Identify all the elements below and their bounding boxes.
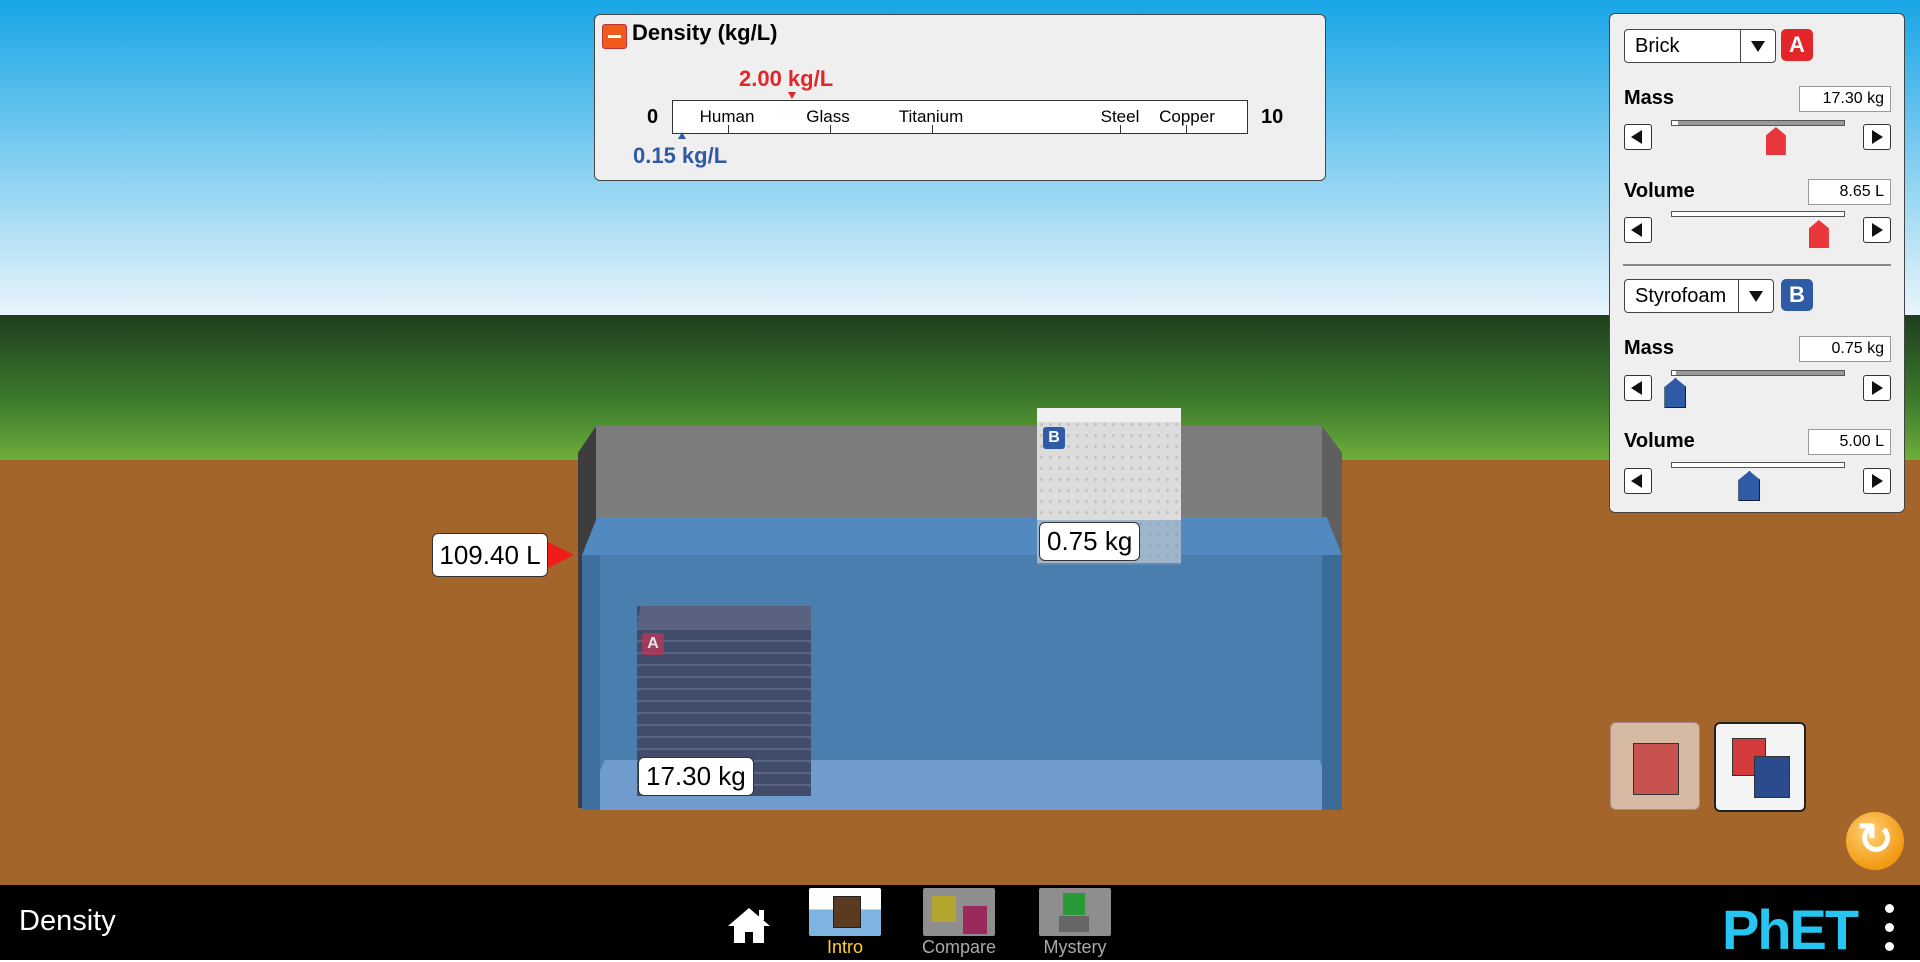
scale-max-label: 10 <box>1261 106 1284 128</box>
block-a-mass-label: 17.30 kg <box>638 757 754 796</box>
fluid-volume-readout: 109.40 L <box>432 533 548 577</box>
material-label-titanium: Titanium <box>898 107 964 126</box>
compare-magenta-block-icon <box>963 906 987 934</box>
volume-b-slider-track[interactable] <box>1671 462 1845 468</box>
density-marker-a-icon <box>788 92 796 99</box>
scale-min-label: 0 <box>647 106 659 128</box>
material-dropdown-b-value: Styrofoam <box>1635 285 1727 307</box>
volume-b-label: Volume <box>1624 430 1695 452</box>
tab-intro-label[interactable]: Intro <box>827 937 863 958</box>
mass-a-decrement-button[interactable] <box>1624 124 1652 150</box>
volume-b-value: 5.00 L <box>1808 429 1891 455</box>
material-label-steel: Steel <box>1100 107 1140 126</box>
block-b-letter: B <box>1043 427 1065 449</box>
water-left-side <box>582 555 600 810</box>
menu-dots-icon[interactable] <box>1884 904 1894 952</box>
reset-icon[interactable] <box>1846 812 1904 870</box>
block-b-badge: B <box>1781 279 1813 311</box>
volume-a-increment-button[interactable] <box>1863 217 1891 243</box>
mystery-green-block-icon <box>1063 893 1085 915</box>
intro-block-icon <box>833 896 861 928</box>
blue-cube-icon <box>1754 756 1790 798</box>
mass-b-decrement-button[interactable] <box>1624 375 1652 401</box>
block-a-top-face <box>637 606 811 628</box>
mass-a-slider-range <box>1678 121 1844 125</box>
volume-a-slider-track[interactable] <box>1671 211 1845 217</box>
block-a-badge: A <box>1781 29 1813 61</box>
material-label-glass: Glass <box>806 107 850 126</box>
tab-mystery-label[interactable]: Mystery <box>1044 937 1107 958</box>
water-right-side <box>1322 555 1342 810</box>
water-surface <box>582 517 1342 555</box>
mass-a-label: Mass <box>1624 87 1675 109</box>
menu-dot <box>1885 942 1894 951</box>
menu-dot <box>1885 923 1894 932</box>
one-block-mode-button[interactable] <box>1610 722 1700 810</box>
material-label-human: Human <box>699 107 755 126</box>
tab-mystery[interactable] <box>1039 888 1111 936</box>
mystery-scale-icon <box>1059 916 1089 932</box>
menu-dot <box>1885 904 1894 913</box>
mass-a-increment-button[interactable] <box>1863 124 1891 150</box>
fluid-level-arrow-icon <box>548 542 574 568</box>
tab-compare[interactable] <box>923 888 995 936</box>
volume-a-value: 8.65 L <box>1808 179 1891 205</box>
mass-b-increment-button[interactable] <box>1863 375 1891 401</box>
single-cube-icon <box>1633 743 1679 795</box>
density-panel-title: Density (kg/L) <box>632 20 778 45</box>
volume-b-increment-button[interactable] <box>1863 468 1891 494</box>
material-dropdown-a[interactable]: Brick <box>1624 29 1776 63</box>
density-marker-b-icon <box>678 132 686 139</box>
volume-a-decrement-button[interactable] <box>1624 217 1652 243</box>
mass-b-label: Mass <box>1624 337 1675 359</box>
mass-b-value: 0.75 kg <box>1799 336 1891 362</box>
tab-intro[interactable] <box>809 888 881 936</box>
block-a-letter: A <box>642 633 664 655</box>
mass-a-value: 17.30 kg <box>1799 86 1891 112</box>
block-b-top-face <box>1037 408 1181 422</box>
panel-divider <box>1623 264 1891 266</box>
pool-back-wall <box>594 426 1322 519</box>
app-title: Density <box>19 905 116 937</box>
two-block-mode-button[interactable] <box>1714 722 1806 812</box>
compare-yellow-block-icon <box>932 896 956 922</box>
density-readout-b: 0.15 kg/L <box>633 143 728 168</box>
tab-compare-label[interactable]: Compare <box>922 937 996 958</box>
collapse-icon[interactable] <box>602 24 627 49</box>
phet-logo[interactable]: PhET <box>1722 897 1859 962</box>
dropdown-arrow-icon[interactable] <box>1738 280 1773 312</box>
home-icon[interactable] <box>726 906 772 944</box>
mass-a-slider-track[interactable] <box>1671 120 1845 126</box>
mass-b-slider-range <box>1676 371 1844 375</box>
material-dropdown-a-value: Brick <box>1635 35 1680 57</box>
material-dropdown-b[interactable]: Styrofoam <box>1624 279 1774 313</box>
material-label-copper: Copper <box>1159 107 1215 126</box>
volume-b-decrement-button[interactable] <box>1624 468 1652 494</box>
block-b-mass-label: 0.75 kg <box>1039 522 1141 561</box>
dropdown-arrow-icon[interactable] <box>1740 30 1775 62</box>
mass-b-slider-track[interactable] <box>1671 370 1845 376</box>
density-readout-a: 2.00 kg/L <box>739 66 834 91</box>
volume-a-label: Volume <box>1624 180 1695 202</box>
